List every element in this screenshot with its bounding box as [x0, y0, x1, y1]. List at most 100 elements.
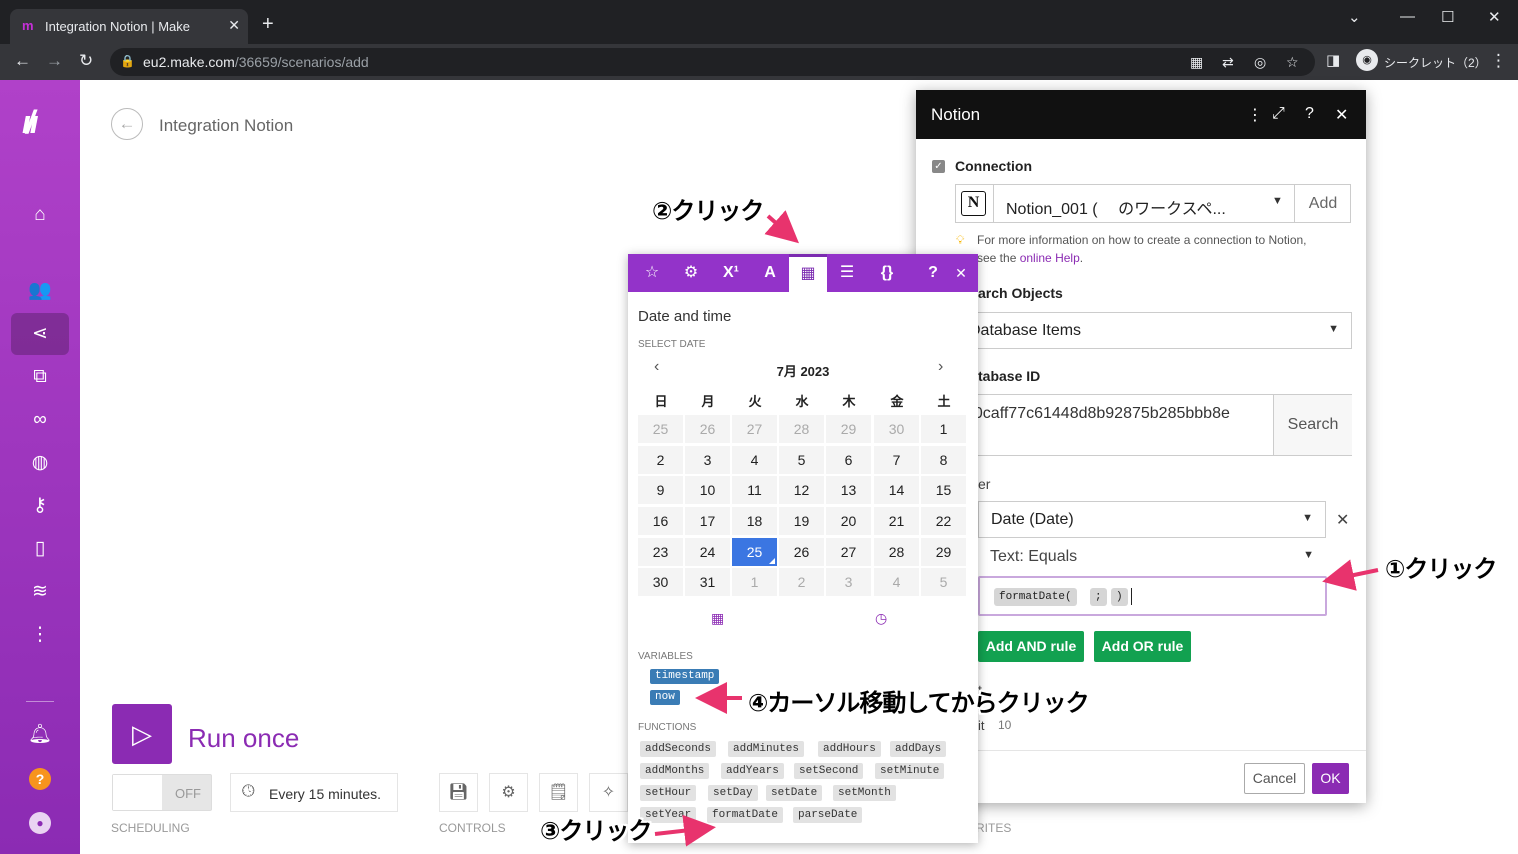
calendar-day[interactable]: 17 [685, 507, 730, 535]
function-setminute[interactable]: setMinute [875, 763, 945, 779]
formula-token-close[interactable]: ) [1111, 588, 1128, 606]
close-tab-icon[interactable]: ✕ [228, 17, 240, 34]
templates-puzzle-icon[interactable]: ⧉ [11, 356, 69, 398]
calendar-day[interactable]: 16 [638, 507, 683, 535]
close-window-icon[interactable]: ✕ [1488, 8, 1501, 26]
calendar-day-selected[interactable]: 25 [732, 538, 777, 566]
qr-code-icon[interactable]: ▦ [1190, 54, 1203, 71]
expand-icon[interactable]: ⤢ [1272, 105, 1285, 123]
more-options-icon[interactable]: ⋮ [1247, 105, 1263, 125]
function-setday[interactable]: setDay [708, 785, 758, 801]
search-objects-select[interactable]: Database Items ▼ [956, 312, 1352, 349]
calendar-day[interactable]: 9 [638, 476, 683, 504]
calendar-day[interactable]: 1 [921, 415, 966, 443]
calendar-day[interactable]: 4 [874, 568, 919, 596]
calendar-day[interactable]: 10 [685, 476, 730, 504]
formula-token-separator[interactable]: ; [1090, 588, 1107, 606]
connections-link-icon[interactable]: ∞ [11, 399, 69, 441]
calendar-day[interactable]: 26 [685, 415, 730, 443]
calendar-day[interactable]: 14 [874, 476, 919, 504]
help-icon[interactable]: ? [29, 768, 51, 790]
run-once-button[interactable]: ▷ [112, 704, 172, 764]
filter-field-select[interactable]: Date (Date) ▼ [978, 501, 1326, 538]
calendar-day[interactable]: 2 [779, 568, 824, 596]
function-addminutes[interactable]: addMinutes [728, 741, 805, 757]
text-icon[interactable]: A [751, 254, 789, 292]
run-once-label[interactable]: Run once [188, 723, 299, 754]
calendar-day[interactable]: 11 [732, 476, 777, 504]
function-sethour[interactable]: setHour [640, 785, 697, 801]
calendar-day[interactable]: 3 [685, 446, 730, 474]
more-vertical-icon[interactable]: ⋮ [11, 614, 69, 656]
notes-icon[interactable]: 🗒︎ [539, 773, 578, 812]
schedule-setting[interactable]: 🕓︎ Every 15 minutes. [230, 773, 398, 812]
calendar-day[interactable]: 30 [638, 568, 683, 596]
calendar-check-icon[interactable]: ▦ [711, 610, 724, 627]
devices-phone-icon[interactable]: ▯ [11, 528, 69, 570]
new-tab-icon[interactable]: + [262, 14, 274, 34]
remove-filter-icon[interactable]: ✕ [1336, 510, 1349, 530]
function-addseconds[interactable]: addSeconds [640, 741, 717, 757]
browser-menu-icon[interactable]: ⋮ [1490, 51, 1507, 71]
close-dialog-icon[interactable]: ✕ [1335, 105, 1348, 125]
online-help-link[interactable]: online Help [1020, 251, 1080, 265]
calendar-day[interactable]: 2 [638, 446, 683, 474]
ok-button[interactable]: OK [1312, 763, 1349, 794]
settings-gear-icon[interactable]: ⚙ [489, 773, 528, 812]
function-parsedate[interactable]: parseDate [793, 807, 863, 823]
connection-select[interactable]: N Notion_001 ( のワークスペ... ▼ Add [955, 184, 1351, 223]
function-setmonth[interactable]: setMonth [833, 785, 896, 801]
function-addhours[interactable]: addHours [818, 741, 881, 757]
browser-tab[interactable]: m Integration Notion | Make ✕ [10, 9, 248, 44]
calendar-day[interactable]: 5 [921, 568, 966, 596]
database-search-button[interactable]: Search [1273, 395, 1352, 455]
gear-icon[interactable]: ⚙ [672, 254, 710, 292]
calendar-day[interactable]: 1 [732, 568, 777, 596]
add-connection-button[interactable]: Add [1294, 185, 1351, 222]
filter-value-input[interactable]: formatDate( ; ) [978, 576, 1327, 616]
user-avatar-icon[interactable]: ● [29, 812, 51, 834]
calendar-day[interactable]: 18 [732, 507, 777, 535]
variable-now[interactable]: now [650, 690, 680, 705]
calendar-day[interactable]: 27 [732, 415, 777, 443]
url-bar[interactable]: 🔒 eu2.make.com/36659/scenarios/add ▦ ⇄ ◎… [110, 48, 1315, 76]
calendar-day[interactable]: 28 [874, 538, 919, 566]
calendar-day[interactable]: 27 [826, 538, 871, 566]
back-icon[interactable]: ← [14, 51, 31, 71]
save-icon[interactable]: 💾︎ [439, 773, 478, 812]
function-formatdate[interactable]: formatDate [707, 807, 784, 823]
calendar-day[interactable]: 3 [826, 568, 871, 596]
filter-operator-select[interactable]: Text: Equals ▼ [978, 539, 1326, 576]
formula-token-formatdate[interactable]: formatDate( [994, 588, 1077, 606]
star-icon[interactable]: ☆ [633, 254, 671, 292]
team-icon[interactable]: 👥 [11, 270, 69, 312]
minimize-icon[interactable]: — [1400, 8, 1415, 25]
scenario-title[interactable]: Integration Notion [159, 116, 293, 136]
picker-close-icon[interactable]: ✕ [942, 254, 978, 292]
calendar-day[interactable]: 8 [921, 446, 966, 474]
calendar-day[interactable]: 23 [638, 538, 683, 566]
calendar-day[interactable]: 22 [921, 507, 966, 535]
scenarios-icon[interactable]: ⋖ [11, 313, 69, 355]
make-logo[interactable]: ı/ı [22, 104, 39, 141]
function-addmonths[interactable]: addMonths [640, 763, 710, 779]
calendar-day[interactable]: 28 [779, 415, 824, 443]
calendar-day[interactable]: 30 [874, 415, 919, 443]
notifications-bell-icon[interactable]: 🔔︎ [11, 714, 69, 756]
table-icon[interactable]: ☰ [828, 254, 866, 292]
help-icon[interactable]: ? [1305, 105, 1314, 123]
lock-icon[interactable]: 🔒 [120, 54, 135, 68]
calendar-day[interactable]: 24 [685, 538, 730, 566]
braces-icon[interactable]: {} [868, 254, 906, 292]
maximize-icon[interactable]: ☐ [1441, 8, 1454, 26]
calendar-day[interactable]: 19 [779, 507, 824, 535]
calendar-day[interactable]: 13 [826, 476, 871, 504]
function-setsecond[interactable]: setSecond [794, 763, 864, 779]
calendar-day[interactable]: 26 [779, 538, 824, 566]
calendar-day[interactable]: 21 [874, 507, 919, 535]
calendar-day[interactable]: 29 [826, 415, 871, 443]
calendar-icon[interactable]: ▦ [789, 254, 827, 294]
translate-icon[interactable]: ⇄ [1222, 54, 1234, 71]
calendar-day[interactable]: 25 [638, 415, 683, 443]
function-adddays[interactable]: addDays [890, 741, 947, 757]
